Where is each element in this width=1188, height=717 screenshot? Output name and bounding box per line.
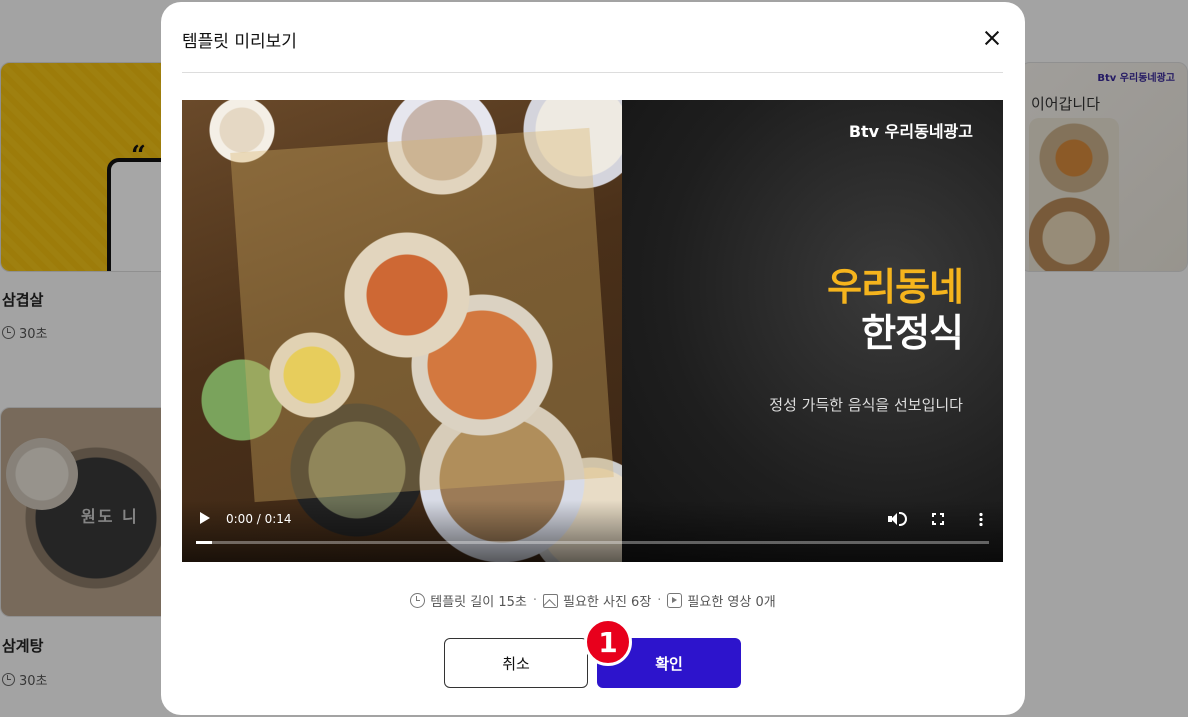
video-headline-2: 한정식 <box>861 311 964 355</box>
template-length: 템플릿 길이 15초 <box>410 591 527 610</box>
clock-icon <box>410 593 426 608</box>
fullscreen-icon[interactable] <box>932 513 944 525</box>
template-length-label: 템플릿 길이 15초 <box>430 595 527 610</box>
divider <box>182 72 1003 73</box>
separator: · <box>657 593 662 608</box>
template-info: 템플릿 길이 15초 · 필요한 사진 6장 · 필요한 영상 0개 <box>161 591 1025 610</box>
more-options-icon[interactable] <box>979 512 983 526</box>
video-icon <box>667 593 683 608</box>
close-icon[interactable] <box>980 26 1004 50</box>
modal-title: 템플릿 미리보기 <box>182 32 297 52</box>
paper-texture <box>230 127 614 503</box>
video-subtitle: 정성 가득한 음식을 선보입니다 <box>769 396 963 414</box>
required-videos: 필요한 영상 0개 <box>667 591 776 610</box>
play-icon[interactable] <box>200 512 210 524</box>
required-photos: 필요한 사진 6장 <box>542 591 652 610</box>
video-brand-logo: Btv 우리동네광고 <box>848 122 973 141</box>
video-title-panel: Btv 우리동네광고 우리동네 한정식 정성 가득한 음식을 선보입니다 <box>622 100 1003 562</box>
progress-bar[interactable] <box>196 541 989 544</box>
required-videos-label: 필요한 영상 0개 <box>687 595 776 610</box>
separator: · <box>532 593 537 608</box>
time-display: 0:00 / 0:14 <box>226 512 292 526</box>
cancel-button[interactable]: 취소 <box>444 638 588 688</box>
video-controls: 0:00 / 0:14 <box>182 500 1003 562</box>
step-badge: 1 <box>584 618 632 666</box>
image-icon <box>542 593 558 608</box>
progress-fill <box>196 541 212 544</box>
volume-wave-icon <box>899 512 907 526</box>
video-player[interactable]: Btv 우리동네광고 우리동네 한정식 정성 가득한 음식을 선보입니다 0:0… <box>182 100 1003 562</box>
required-photos-label: 필요한 사진 6장 <box>562 595 652 610</box>
template-preview-modal: 템플릿 미리보기 Btv 우리동네광고 우리동네 한정식 정성 가득한 음식을 … <box>161 2 1025 715</box>
